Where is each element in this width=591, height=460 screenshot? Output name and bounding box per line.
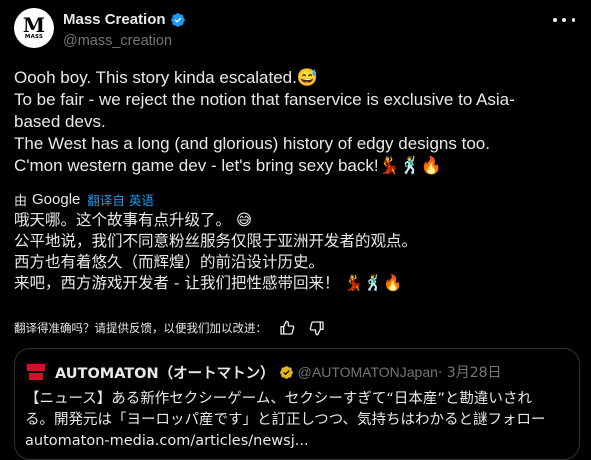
translated-line: 哦天哪。这个故事有点升级了。 😅 (14, 211, 253, 229)
google-logo: Google (32, 190, 81, 208)
gold-affiliate-badge-icon (279, 365, 293, 379)
quoted-tweet-date[interactable]: · 3月28日 (438, 362, 502, 382)
translated-by-label: 由 (14, 192, 28, 208)
translation-attribution: 由 Google 翻译自 英语 (14, 189, 154, 209)
thumbs-up-icon[interactable] (279, 320, 295, 336)
tweet-line: The West has a long (and glorious) histo… (14, 134, 490, 153)
author-display-name[interactable]: Mass Creation (63, 11, 166, 28)
author-handle[interactable]: @mass_creation (63, 33, 172, 49)
tweet-line: To be fair - we reject the notion that f… (14, 90, 515, 109)
tweet-line: Oooh boy. This story kinda escalated.😅 (14, 68, 319, 87)
quoted-tweet-text: 【ニュース】ある新作セクシーゲーム、セクシーすぎて“日本産”と勘違いされ る。開… (25, 389, 570, 452)
quoted-tweet-header: AUTOMATON（オートマトン） @AUTOMATONJapan · 3月28… (25, 361, 502, 383)
tweet-text: Oooh boy. This story kinda escalated.😅 T… (14, 67, 579, 177)
translated-line: 来吧，西方游戏开发者 - 让我们把性感带回来！ 💃🕺🔥 (14, 274, 403, 292)
quoted-tweet[interactable]: AUTOMATON（オートマトン） @AUTOMATONJapan · 3月28… (14, 348, 580, 460)
quoted-author-handle[interactable]: @AUTOMATONJapan (298, 364, 438, 380)
author-avatar[interactable]: M MASS (14, 8, 54, 48)
quoted-line: 【ニュース】ある新作セクシーゲーム、セクシーすぎて“日本産”と勘違いされ (25, 391, 532, 407)
name-line: Mass Creation (63, 11, 186, 28)
tweet-line: based devs. (14, 112, 106, 131)
avatar-mark: M (22, 13, 46, 37)
translated-text: 哦天哪。这个故事有点升级了。 😅 公平地说，我们不同意粉丝服务仅限于亚洲开发者的… (14, 210, 579, 294)
tweet-header: M MASS Mass Creation @mass_creation (14, 8, 577, 52)
quoted-line: る。開発元は「ヨーロッパ産です」と訂正しつつ、気持ちはわかると謎フォロー (25, 412, 546, 428)
quoted-author-avatar[interactable] (25, 361, 47, 383)
quoted-link[interactable]: automaton-media.com/articles/newsj... (25, 431, 570, 452)
translated-from-link[interactable]: 翻译自 英语 (87, 190, 153, 209)
more-horizontal-icon[interactable] (553, 12, 575, 28)
translated-line: 公平地说，我们不同意粉丝服务仅限于亚洲开发者的观点。 (14, 232, 418, 250)
thumbs-down-icon[interactable] (309, 320, 325, 336)
feedback-prompt: 翻译得准确吗？请提供反馈，以便我们加以改进： (14, 321, 267, 335)
translated-line: 西方也有着悠久（而辉煌）的前沿设计历史。 (14, 253, 325, 271)
translation-feedback: 翻译得准确吗？请提供反馈，以便我们加以改进： (14, 318, 325, 338)
tweet-line: C'mon western game dev - let's bring sex… (14, 156, 443, 175)
quoted-author-name[interactable]: AUTOMATON（オートマトン） (55, 362, 275, 383)
avatar-text: MASS (24, 34, 44, 40)
verified-badge-icon (170, 12, 185, 27)
